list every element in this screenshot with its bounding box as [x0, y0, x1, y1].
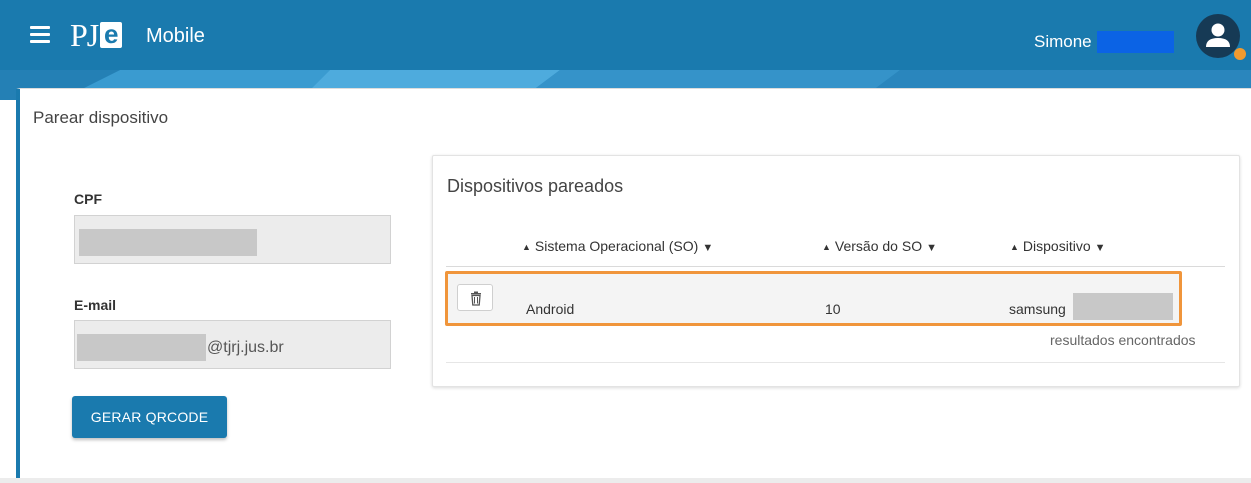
table-footer-divider [446, 362, 1225, 363]
table-header-divider [446, 266, 1225, 267]
caret-up-icon: ▲ [822, 242, 831, 252]
notification-dot [1234, 48, 1246, 60]
redacted-cpf [79, 229, 257, 256]
pje-logo: PJ e [70, 18, 123, 52]
user-name: Simone [1034, 32, 1092, 51]
caret-down-icon: ▼ [702, 242, 714, 254]
generate-qrcode-button[interactable]: GERAR QRCODE [72, 396, 227, 438]
results-count: resultados encontrados [1050, 332, 1196, 348]
email-label: E-mail [74, 297, 117, 313]
highlight-box [445, 271, 1182, 326]
caret-up-icon: ▲ [522, 242, 531, 252]
paired-devices-title: Dispositivos pareados [447, 176, 624, 196]
cpf-label: CPF [74, 191, 102, 207]
email-domain: @tjrj.jus.br [207, 339, 284, 356]
bottom-strip [0, 478, 1251, 483]
column-header-os[interactable]: ▲ Sistema Operacional (SO) ▼ [522, 237, 713, 257]
hamburger-menu-icon[interactable] [30, 26, 50, 43]
caret-down-icon: ▼ [926, 242, 937, 254]
column-header-device[interactable]: ▲ Dispositivo ▼ [1010, 237, 1106, 257]
redacted-email-user [77, 334, 206, 361]
caret-up-icon: ▲ [1010, 242, 1019, 252]
caret-down-icon: ▼ [1094, 242, 1106, 254]
redacted-user-surname [1097, 31, 1174, 53]
page-title: Parear dispositivo [33, 108, 169, 127]
app-name: Mobile [146, 25, 205, 47]
column-header-os-version[interactable]: ▲ Versão do SO ▼ [822, 237, 937, 257]
